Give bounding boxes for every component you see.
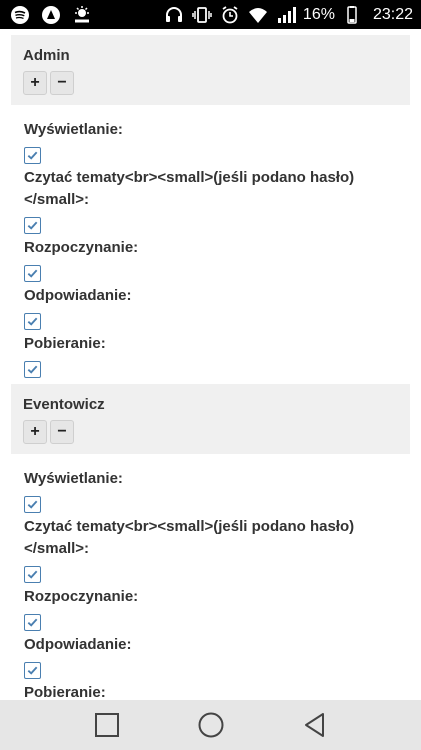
group-name: Admin: [23, 47, 70, 64]
group-admin: Admin + − Wyświetlanie: Czytać tematy<br…: [0, 35, 421, 378]
permission-label-reply: Odpowiadanie:: [24, 636, 132, 653]
permission-label-start: Rozpoczynanie:: [24, 588, 139, 605]
permission-label-reply: Odpowiadanie:: [24, 287, 132, 304]
home-button[interactable]: [196, 710, 226, 740]
permission-checkbox-download[interactable]: [24, 361, 41, 378]
battery-percent: 16%: [302, 5, 335, 23]
alarm-icon: [219, 4, 241, 26]
back-triangle-icon: [304, 713, 324, 737]
back-button[interactable]: [300, 710, 330, 740]
check-icon: [27, 666, 38, 675]
app-icon: [40, 4, 62, 26]
clock: 23:22: [372, 5, 413, 23]
permission-checkbox-reply[interactable]: [24, 313, 41, 330]
permission-checkbox-reply[interactable]: [24, 662, 41, 679]
permission-label-read-topics: Czytać tematy<br><small>(jeśli podano ha…: [24, 518, 355, 557]
group-header: Eventowicz + −: [11, 384, 410, 454]
circle-icon: [198, 712, 223, 738]
permission-label-start: Rozpoczynanie:: [24, 239, 139, 256]
check-icon: [27, 500, 38, 509]
remove-button[interactable]: −: [50, 71, 74, 95]
permission-label-download: Pobieranie:: [24, 335, 106, 352]
permission-checkbox-start[interactable]: [24, 614, 41, 631]
add-button[interactable]: +: [23, 71, 47, 95]
check-icon: [27, 151, 38, 160]
check-icon: [27, 570, 38, 579]
check-icon: [27, 365, 38, 374]
check-icon: [27, 317, 38, 326]
wifi-icon: [247, 4, 269, 26]
add-button[interactable]: +: [23, 420, 47, 444]
permissions-content: Admin + − Wyświetlanie: Czytać tematy<br…: [0, 29, 421, 700]
permission-checkbox-view[interactable]: [24, 496, 41, 513]
permission-checkbox-view[interactable]: [24, 147, 41, 164]
permission-checkbox-start[interactable]: [24, 265, 41, 282]
spotify-icon: [9, 4, 31, 26]
headphones-icon: [163, 4, 185, 26]
check-icon: [27, 618, 38, 627]
status-bar: 16% 23:22: [0, 0, 421, 29]
check-icon: [27, 269, 38, 278]
battery-icon: [341, 4, 363, 26]
permission-checkbox-read-topics[interactable]: [24, 566, 41, 583]
remove-button[interactable]: −: [50, 420, 74, 444]
permission-label-download: Pobieranie:: [24, 684, 106, 700]
weather-icon: [71, 4, 93, 26]
square-icon: [94, 713, 119, 737]
permission-label-view: Wyświetlanie:: [24, 470, 123, 487]
check-icon: [27, 221, 38, 230]
recent-apps-button[interactable]: [92, 710, 122, 740]
group-header: Admin + −: [11, 35, 410, 105]
permission-label-view: Wyświetlanie:: [24, 121, 123, 138]
signal-icon: [275, 4, 297, 26]
permission-label-read-topics: Czytać tematy<br><small>(jeśli podano ha…: [24, 169, 355, 208]
permission-checkbox-read-topics[interactable]: [24, 217, 41, 234]
vibrate-icon: [191, 4, 213, 26]
navigation-bar: [0, 700, 421, 750]
group-eventowicz: Eventowicz + − Wyświetlanie: Czytać tema…: [0, 384, 421, 700]
group-name: Eventowicz: [23, 396, 105, 413]
